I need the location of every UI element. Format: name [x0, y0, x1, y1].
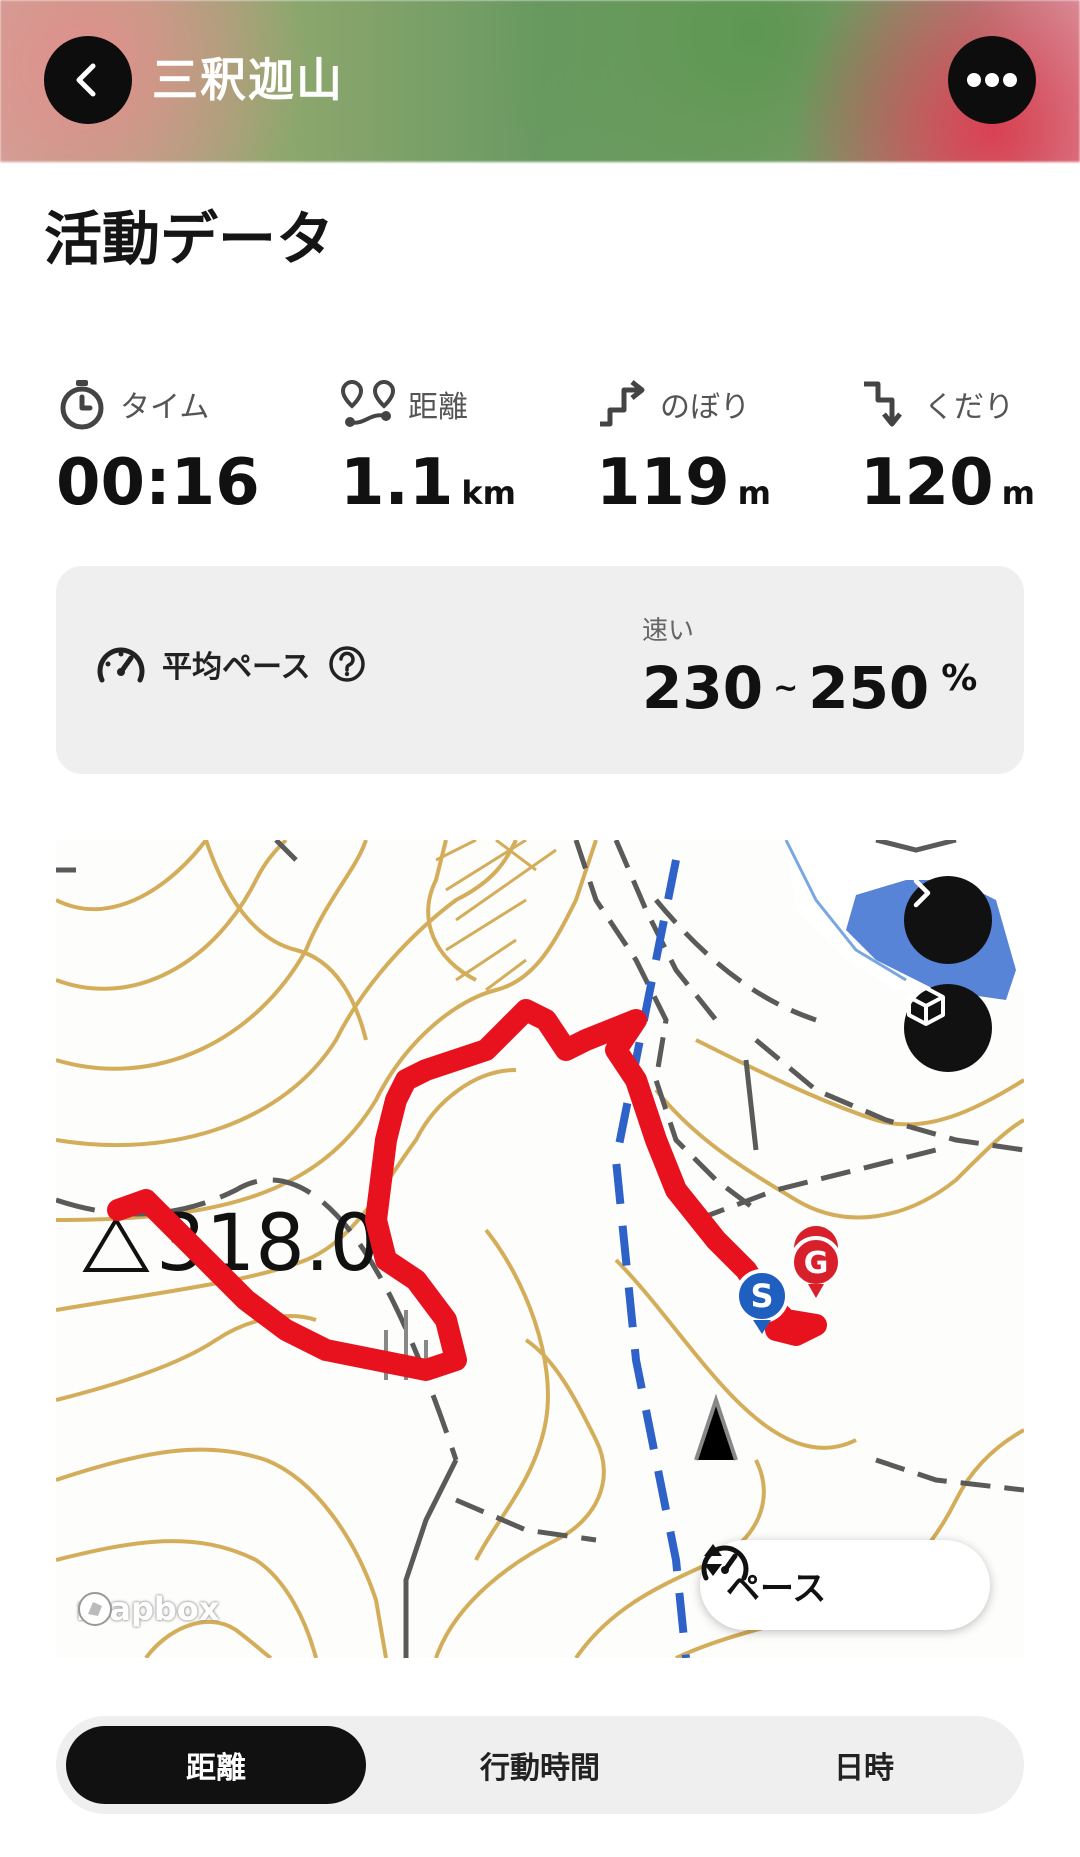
cube-icon	[907, 986, 945, 1026]
stat-time: タイム 00:16	[56, 376, 296, 520]
speedometer-icon	[97, 647, 145, 683]
pace-label: 平均ペース	[162, 650, 311, 685]
stopwatch-icon	[60, 380, 104, 430]
map-next-button[interactable]	[904, 876, 992, 964]
chevron-left-icon	[76, 63, 96, 97]
chevron-right-icon	[913, 878, 931, 908]
average-pace-card: 平均ペース 速い 230 ~250%	[56, 566, 1024, 774]
page-title: 三釈迦山	[152, 53, 344, 107]
stat-value: 119 m	[596, 446, 771, 520]
map-3d-button[interactable]	[904, 984, 992, 1072]
stat-label: タイム	[120, 390, 210, 425]
route-icon	[340, 379, 396, 427]
stat-label: 距離	[408, 390, 468, 425]
pace-range: 230 ~250%	[642, 654, 978, 722]
ascent-icon	[600, 380, 645, 427]
segment-datetime[interactable]: 日時	[714, 1726, 1014, 1804]
stat-descent: くだり 120 m	[860, 376, 1080, 520]
goal-marker: G	[790, 1226, 842, 1298]
route-map[interactable]: 318.0 G S mapbox ペース	[56, 840, 1024, 1658]
sort-arrows-icon	[704, 1544, 722, 1576]
map-canvas: 318.0 G S	[56, 840, 1024, 1658]
question-circle-icon[interactable]	[327, 644, 367, 684]
mapbox-attribution[interactable]: mapbox	[76, 1590, 219, 1628]
summit-triangle-icon	[82, 1216, 150, 1272]
activity-route	[107, 999, 827, 1381]
segment-distance[interactable]: 距離	[66, 1726, 366, 1804]
stat-ascent: のぼり 119 m	[596, 376, 836, 520]
stat-label: くだり	[924, 390, 1014, 425]
svg-text:G: G	[804, 1246, 829, 1281]
stat-distance: 距離 1.1 km	[340, 376, 580, 520]
stat-value: 1.1 km	[340, 446, 516, 520]
stat-value: 120 m	[860, 446, 1035, 520]
stat-value: 00:16	[56, 446, 260, 520]
x-axis-segmented-control: 距離 行動時間 日時	[56, 1716, 1024, 1814]
pace-category: 速い	[642, 616, 695, 646]
stream-line	[611, 859, 690, 1658]
more-button[interactable]	[948, 36, 1036, 124]
svg-text:S: S	[750, 1277, 773, 1315]
mapbox-logo-icon	[78, 1592, 112, 1626]
stat-label: のぼり	[660, 390, 750, 425]
segment-active-time[interactable]: 行動時間	[390, 1726, 690, 1804]
back-button[interactable]	[44, 36, 132, 124]
map-pace-selector[interactable]: ペース	[700, 1540, 990, 1630]
descent-icon	[864, 381, 902, 427]
ellipsis-icon	[967, 73, 1017, 87]
section-title: 活動データ	[44, 205, 335, 273]
